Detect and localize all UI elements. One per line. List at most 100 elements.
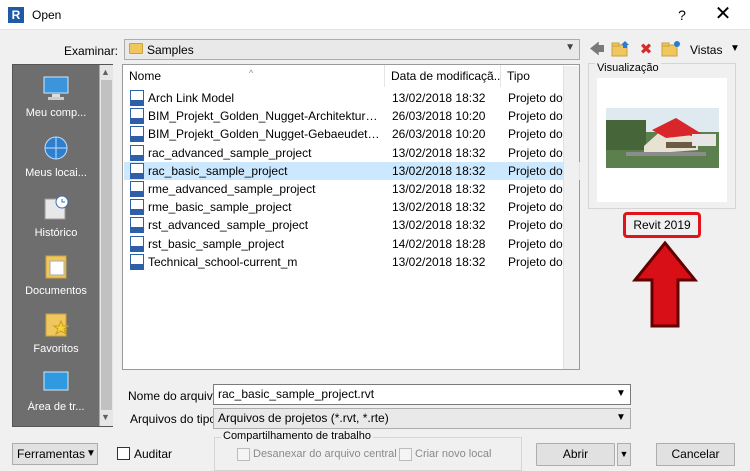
- file-date: 13/02/2018 18:32: [392, 182, 486, 196]
- file-row[interactable]: rst_basic_sample_project 14/02/2018 18:28…: [124, 235, 580, 253]
- preview-pane: [597, 78, 727, 202]
- desktop-icon: [43, 371, 69, 391]
- file-name-value: rac_basic_sample_project.rvt: [218, 387, 375, 401]
- rvt-file-icon: [130, 217, 144, 234]
- places-bar[interactable]: Meu comp... Meus locai... Histórico Docu…: [12, 64, 113, 427]
- chevron-down-icon[interactable]: ▼: [565, 42, 575, 53]
- place-label: Área de tr...: [27, 401, 85, 413]
- file-type: Projeto do Aut: [508, 91, 564, 105]
- up-one-level-icon[interactable]: [610, 40, 632, 60]
- scroll-thumb[interactable]: [101, 80, 112, 410]
- computer-icon: [43, 76, 69, 100]
- chevron-down-icon[interactable]: ▼: [616, 388, 626, 399]
- place-documents[interactable]: Documentos: [13, 251, 99, 297]
- rvt-file-icon: [130, 108, 144, 125]
- views-button[interactable]: Vistas ▼: [688, 41, 746, 59]
- place-label: Documentos: [25, 285, 87, 297]
- delete-icon[interactable]: ✖: [636, 40, 656, 60]
- file-type: Projeto do Aut: [508, 163, 564, 178]
- file-date: 13/02/2018 18:32: [392, 145, 486, 160]
- rvt-file-icon: [130, 235, 144, 252]
- file-row[interactable]: Arch Link Model 13/02/2018 18:32 Projeto d…: [124, 89, 580, 107]
- file-row[interactable]: rme_advanced_sample_project 13/02/2018 18…: [124, 180, 580, 198]
- sort-ascending-icon: ^: [249, 68, 254, 78]
- audit-label[interactable]: Auditar: [134, 447, 172, 461]
- detach-from-central-label: Desanexar do arquivo central: [253, 448, 397, 460]
- file-row[interactable]: rst_advanced_sample_project 13/02/2018 18…: [124, 216, 580, 234]
- title-bar: R Open ? ✕: [0, 0, 750, 30]
- place-label: Meu comp...: [25, 107, 87, 119]
- rvt-file-icon: [130, 144, 144, 161]
- file-name: rme_advanced_sample_project: [148, 182, 316, 196]
- history-icon: [44, 195, 69, 220]
- detach-from-central-checkbox[interactable]: [237, 448, 250, 461]
- file-date: 13/02/2018 18:32: [392, 200, 486, 215]
- file-list[interactable]: Nome ^ Data de modificaçã... Tipo Arch L…: [122, 64, 580, 370]
- look-in-value: Samples: [147, 43, 194, 57]
- audit-checkbox[interactable]: [117, 447, 130, 460]
- file-row[interactable]: BIM_Projekt_Golden_Nugget-Gebaeudetech..…: [124, 125, 580, 143]
- back-arrow-icon[interactable]: 🡄: [586, 40, 608, 60]
- tools-button[interactable]: Ferramentas ▼: [12, 443, 98, 465]
- help-button[interactable]: ?: [670, 4, 694, 26]
- file-type: Projeto do Aut: [508, 127, 564, 142]
- file-row[interactable]: rac_advanced_sample_project 13/02/2018 18…: [124, 144, 580, 162]
- tools-label: Ferramentas: [17, 447, 86, 461]
- file-date: 14/02/2018 18:28: [392, 236, 486, 251]
- scroll-down-icon[interactable]: ▼: [101, 412, 110, 422]
- chevron-down-icon: ▼: [730, 43, 740, 54]
- file-type: Projeto do Aut: [508, 254, 564, 269]
- file-type: Projeto do Aut: [508, 145, 564, 160]
- chevron-down-icon[interactable]: ▼: [616, 412, 626, 423]
- file-row[interactable]: rac_basic_sample_project 13/02/2018 18:32…: [124, 161, 580, 180]
- file-date: 13/02/2018 18:32: [392, 91, 486, 105]
- file-row[interactable]: Technical_school-current_m 13/02/2018 18:…: [124, 253, 580, 271]
- window-title: Open: [32, 8, 62, 22]
- column-header-date[interactable]: Data de modificaçã...: [385, 65, 501, 87]
- place-favorites[interactable]: Favoritos: [13, 309, 99, 355]
- scroll-up-icon[interactable]: ▲: [101, 67, 110, 77]
- file-type: Projeto do Aut: [508, 218, 564, 233]
- file-row[interactable]: BIM_Projekt_Golden_Nugget-Architektur_u.…: [124, 107, 580, 125]
- file-date: 13/02/2018 18:32: [392, 218, 486, 233]
- cancel-button[interactable]: Cancelar: [656, 443, 735, 466]
- file-list-scrollbar[interactable]: [563, 66, 579, 369]
- file-row[interactable]: rme_basic_sample_project 13/02/2018 18:32…: [124, 198, 580, 216]
- places-scrollbar[interactable]: ▲ ▼: [99, 65, 113, 426]
- file-type: Projeto do Aut: [508, 236, 564, 251]
- file-type: Projeto do Aut: [508, 182, 564, 196]
- new-folder-icon[interactable]: [660, 40, 682, 60]
- file-name: rst_advanced_sample_project: [148, 218, 309, 233]
- file-name-input[interactable]: rac_basic_sample_project.rvt ▼: [213, 384, 631, 405]
- rvt-file-icon: [130, 126, 144, 143]
- file-type-label: Arquivos do tipo:: [130, 412, 220, 426]
- place-history[interactable]: Histórico: [13, 193, 99, 239]
- create-new-local-checkbox[interactable]: [399, 448, 412, 461]
- file-name: rac_basic_sample_project: [148, 163, 288, 178]
- rvt-file-icon: [130, 199, 144, 216]
- look-in-combo[interactable]: Samples ▼: [124, 39, 580, 60]
- file-name-label: Nome do arquivo:: [128, 389, 223, 403]
- file-name: BIM_Projekt_Golden_Nugget-Architektur_u.…: [148, 109, 382, 124]
- file-name: rme_basic_sample_project: [148, 200, 292, 215]
- red-arrow-up-icon: [632, 240, 698, 328]
- favorites-icon: [45, 313, 70, 337]
- file-type-select[interactable]: Arquivos de projetos (*.rvt, *.rte) ▼: [213, 408, 631, 429]
- open-options-button[interactable]: ▼: [617, 443, 631, 466]
- file-date: 13/02/2018 18:32: [392, 163, 486, 178]
- file-name: BIM_Projekt_Golden_Nugget-Gebaeudetech..…: [148, 127, 382, 142]
- column-header-name[interactable]: Nome ^: [123, 65, 385, 87]
- place-network[interactable]: Meus locai...: [13, 133, 99, 179]
- revit-version-badge: Revit 2019: [623, 212, 701, 238]
- views-label: Vistas: [690, 43, 723, 57]
- folder-icon: [129, 43, 143, 54]
- close-button[interactable]: ✕: [708, 3, 738, 27]
- file-type: Projeto do Aut: [508, 200, 564, 215]
- open-button[interactable]: Abrir: [536, 443, 615, 466]
- place-label: Meus locai...: [25, 167, 87, 179]
- place-label: Favoritos: [33, 343, 79, 355]
- network-icon: [44, 136, 68, 160]
- place-desktop[interactable]: Área de tr...: [13, 367, 99, 413]
- file-name: rac_advanced_sample_project: [148, 145, 312, 160]
- place-my-computer[interactable]: Meu comp...: [13, 73, 99, 119]
